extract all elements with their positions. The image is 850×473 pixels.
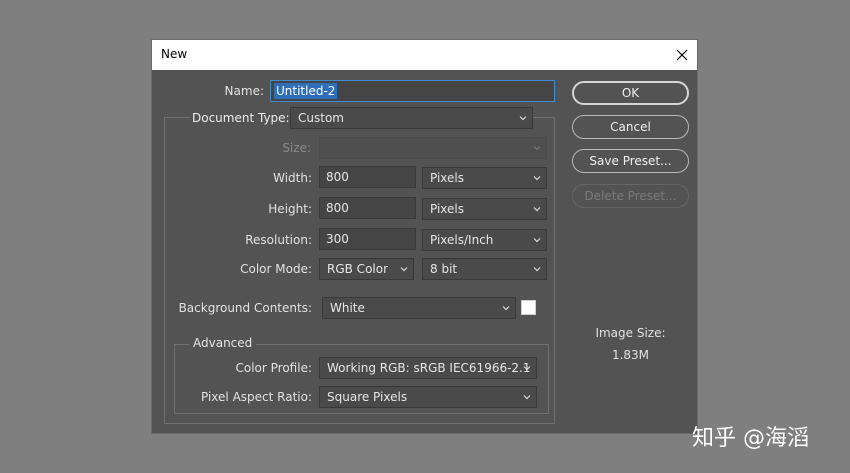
background-contents-select[interactable]: White	[322, 297, 516, 319]
resolution-unit-value: Pixels/Inch	[430, 233, 494, 247]
advanced-label: Advanced	[189, 336, 257, 350]
height-label: Height:	[268, 202, 312, 216]
background-contents-label: Background Contents:	[178, 301, 312, 315]
image-size-value: 1.83M	[611, 348, 650, 362]
color-profile-select[interactable]: Working RGB: sRGB IEC61966-2.1	[319, 357, 537, 379]
chevron-down-icon	[533, 146, 541, 151]
dialog-title: New	[161, 47, 188, 61]
size-label: Size:	[282, 141, 311, 155]
name-input[interactable]: Untitled-2	[270, 80, 555, 102]
bit-depth-select[interactable]: 8 bit	[422, 258, 547, 280]
chevron-down-icon	[533, 176, 541, 181]
save-preset-button[interactable]: Save Preset...	[572, 149, 689, 173]
chevron-down-icon	[523, 395, 531, 400]
chevron-down-icon	[533, 267, 541, 272]
size-select[interactable]	[319, 137, 547, 159]
width-input[interactable]: 800	[319, 166, 416, 188]
resolution-unit-select[interactable]: Pixels/Inch	[422, 229, 547, 251]
pixel-aspect-ratio-label: Pixel Aspect Ratio:	[201, 390, 312, 404]
resolution-input[interactable]: 300	[319, 228, 416, 250]
document-type-label: Document Type:	[190, 111, 292, 125]
cancel-button[interactable]: Cancel	[572, 115, 689, 139]
chevron-down-icon	[502, 306, 510, 311]
color-profile-value: Working RGB: sRGB IEC61966-2.1	[327, 361, 531, 375]
chevron-down-icon	[400, 267, 408, 272]
chevron-down-icon	[533, 207, 541, 212]
bit-depth-value: 8 bit	[430, 262, 458, 276]
chevron-down-icon	[533, 238, 541, 243]
height-unit-select[interactable]: Pixels	[422, 198, 547, 220]
width-unit-value: Pixels	[430, 171, 465, 185]
resolution-label: Resolution:	[245, 233, 312, 247]
background-contents-value: White	[330, 301, 365, 315]
dialog-titlebar: New	[152, 40, 697, 70]
color-mode-value: RGB Color	[327, 262, 389, 276]
height-input[interactable]: 800	[319, 197, 416, 219]
delete-preset-button[interactable]: Delete Preset...	[572, 184, 689, 208]
color-mode-label: Color Mode:	[240, 262, 312, 276]
chevron-down-icon	[519, 116, 527, 121]
color-mode-select[interactable]: RGB Color	[319, 258, 414, 280]
height-unit-value: Pixels	[430, 202, 465, 216]
watermark-text: 知乎 @海滔	[692, 426, 809, 451]
pixel-aspect-ratio-select[interactable]: Square Pixels	[319, 386, 537, 408]
width-label: Width:	[273, 171, 312, 185]
chevron-down-icon	[523, 366, 531, 371]
name-label: Name:	[224, 84, 264, 98]
ok-button[interactable]: OK	[572, 81, 689, 105]
new-document-dialog: New Name: Untitled-2 Document Type: Cust…	[152, 40, 697, 433]
width-unit-select[interactable]: Pixels	[422, 167, 547, 189]
color-profile-label: Color Profile:	[235, 361, 313, 375]
background-color-swatch[interactable]	[521, 300, 536, 315]
close-icon[interactable]	[669, 42, 695, 68]
document-type-select[interactable]: Custom	[290, 107, 533, 129]
name-input-value: Untitled-2	[274, 83, 338, 99]
document-type-value: Custom	[298, 111, 344, 125]
image-size-label: Image Size:	[595, 326, 666, 340]
pixel-aspect-ratio-value: Square Pixels	[327, 390, 408, 404]
